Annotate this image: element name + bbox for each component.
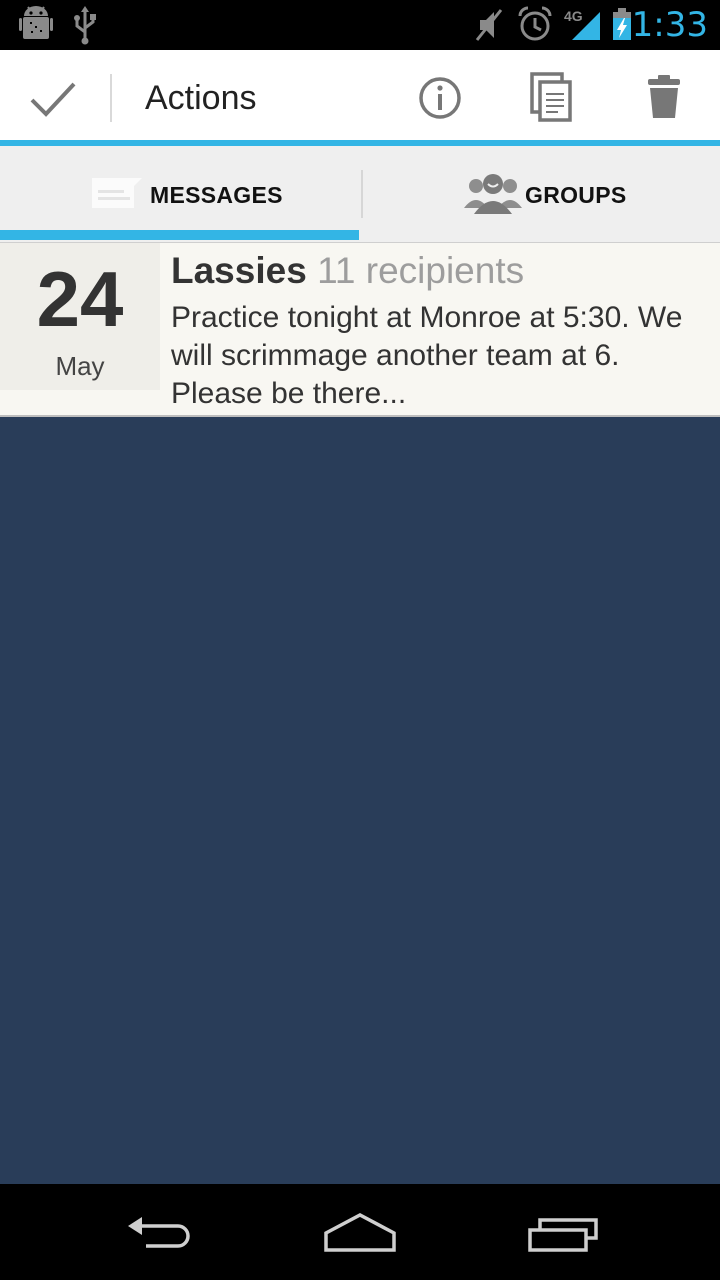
tab-bar: MESSAGES GROUPS <box>0 146 720 243</box>
list-item[interactable]: 24 May Lassies 11 recipients Practice to… <box>0 243 720 417</box>
tab-messages[interactable]: MESSAGES <box>0 146 360 242</box>
network-type-label: 4G <box>564 8 583 24</box>
tab-selected-indicator <box>0 230 359 240</box>
delete-button[interactable] <box>632 50 696 146</box>
signal-icon: 4G <box>562 0 604 50</box>
recent-apps-button[interactable] <box>514 1184 610 1280</box>
screen: 4G 1:33 Actions MESSAGES GROUPS 24 May L… <box>0 0 720 1280</box>
navigation-bar <box>0 1184 720 1280</box>
status-bar: 4G 1:33 <box>0 0 720 50</box>
home-button[interactable] <box>312 1184 408 1280</box>
tab-groups-label: GROUPS <box>525 182 627 208</box>
copy-icon <box>530 72 572 122</box>
action-bar: Actions <box>0 50 720 140</box>
status-clock: 1:33 <box>631 5 708 45</box>
info-icon <box>419 77 461 119</box>
date-month: May <box>55 351 105 381</box>
recent-apps-icon <box>528 1218 598 1252</box>
home-icon <box>324 1213 396 1252</box>
date-day: 24 <box>36 255 124 343</box>
action-bar-title: Actions <box>145 79 257 117</box>
battery-charging-icon <box>610 0 634 50</box>
message-icon <box>92 178 142 208</box>
tab-groups[interactable]: GROUPS <box>362 146 720 242</box>
message-preview: Practice tonight at Monroe at 5:30. We w… <box>171 301 683 410</box>
usb-icon <box>70 0 100 50</box>
back-icon <box>128 1217 190 1248</box>
checkmark-icon <box>30 82 76 117</box>
info-button[interactable] <box>408 50 472 146</box>
message-group-name: Lassies <box>171 250 307 291</box>
android-debug-icon <box>18 0 54 50</box>
done-button[interactable] <box>20 50 86 146</box>
message-recipients: 11 recipients <box>317 250 525 291</box>
trash-icon <box>648 75 680 118</box>
back-button[interactable] <box>112 1184 208 1280</box>
groups-icon <box>464 174 522 214</box>
copy-button[interactable] <box>518 50 584 146</box>
alarm-icon <box>516 0 554 50</box>
message-header: Lassies 11 recipients <box>171 249 524 293</box>
mute-icon <box>472 0 506 50</box>
date-box: 24 May <box>0 243 160 390</box>
tab-messages-label: MESSAGES <box>150 182 283 208</box>
action-bar-divider <box>110 74 112 122</box>
